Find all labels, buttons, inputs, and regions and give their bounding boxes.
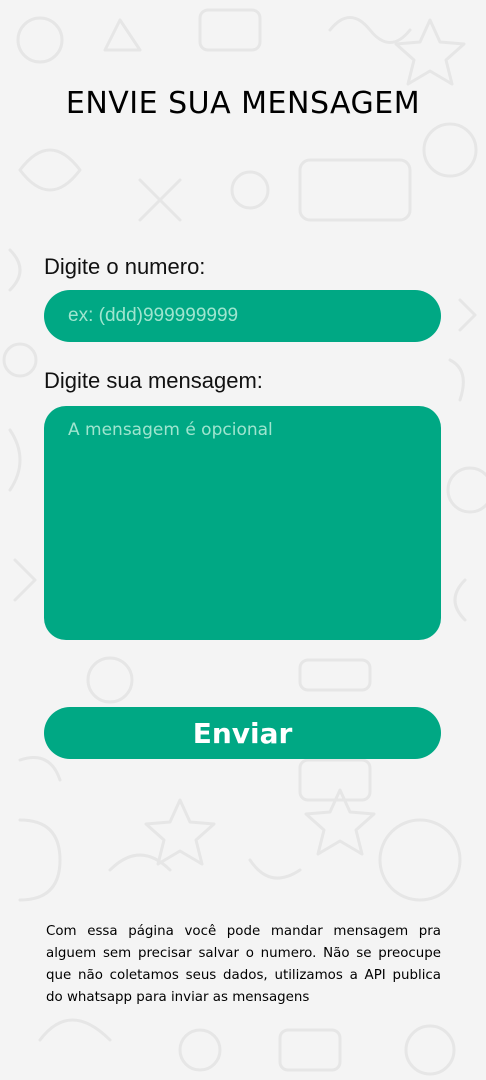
page-title: ENVIE SUA MENSAGEM [65,86,421,121]
message-placeholder: A mensagem é opcional [68,420,273,440]
send-button[interactable]: Enviar [44,707,441,759]
main-content: ENVIE SUA MENSAGEM Digite o numero: ex: … [0,0,486,1080]
phone-number-placeholder: ex: (ddd)999999999 [68,305,239,326]
phone-number-input[interactable]: ex: (ddd)999999999 [44,290,441,342]
message-label: Digite sua mensagem: [44,368,263,393]
page: ENVIE SUA MENSAGEM Digite o numero: ex: … [0,0,486,1080]
message-textarea[interactable]: A mensagem é opcional [44,406,441,640]
number-label: Digite o numero: [44,254,206,279]
footer-info-text: Com essa página você pode mandar mensage… [46,924,441,1005]
